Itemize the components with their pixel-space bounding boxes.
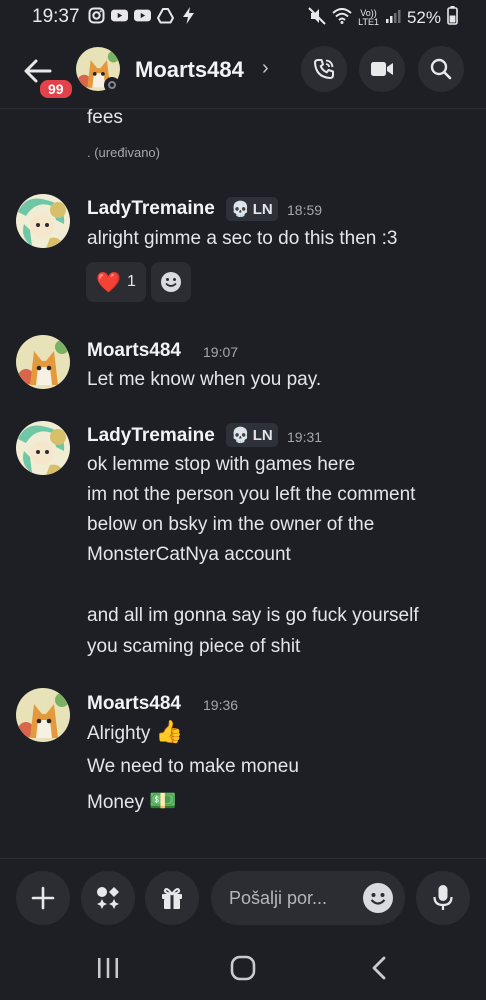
apps-icon [97,887,119,909]
user-tag-label: LN [252,426,273,444]
message-input[interactable]: Pošalji por... [211,871,405,925]
battery-icon [447,6,458,30]
message-author[interactable]: Moarts484 [87,340,181,362]
voice-call-button[interactable] [301,46,347,92]
emoji-button[interactable] [363,883,393,913]
message-author[interactable]: Moarts484 [87,693,181,715]
user-tag[interactable]: 💀 LN [226,423,278,447]
dm-header: Moarts484 › [0,34,486,109]
drive-icon [157,7,174,24]
add-reaction-button[interactable] [151,262,191,302]
heart-emoji-icon: ❤️ [96,271,121,294]
youtube-icon [111,7,128,24]
message-timestamp: 19:07 [203,344,239,360]
message-text[interactable]: alright gimme a sec to do this then :3 [87,224,398,254]
message-text-label: Money [87,792,145,813]
message-text[interactable]: below on bsky im the owner of the [87,510,374,540]
youtube-icon [134,7,151,24]
system-nav-bar [0,936,486,1000]
avatar[interactable] [16,421,70,475]
message-text[interactable]: Alrighty 👍 [87,717,183,749]
signal-icon [385,8,401,29]
message-timestamp: 19:31 [287,429,323,445]
message-author[interactable]: LadyTremaine [87,425,215,447]
user-tag[interactable]: 💀 LN [226,197,278,221]
phone-icon [314,59,334,79]
message-timestamp: 19:36 [203,697,239,713]
user-tag-label: LN [252,200,273,218]
chevron-right-icon[interactable]: › [262,57,269,80]
message-text[interactable]: ok lemme stop with games here [87,450,355,480]
battery-percent: 52% [406,8,441,27]
apps-button[interactable] [81,871,135,925]
video-call-button[interactable] [359,46,405,92]
dm-username[interactable]: Moarts484 [135,57,244,83]
notification-icons [88,7,197,24]
message-text[interactable]: im not the person you left the comment [87,480,415,510]
search-button[interactable] [418,46,464,92]
message-input-placeholder: Pošalji por... [229,888,328,908]
avatar[interactable] [16,335,70,389]
message-text[interactable]: We need to make moneu [87,752,299,782]
video-camera-icon [371,62,393,76]
home-icon[interactable] [230,955,256,981]
message-text[interactable]: you scaming piece of shit [87,632,300,662]
message-text-label: Alrighty [87,723,151,744]
search-icon [430,58,452,80]
avatar[interactable] [16,194,70,248]
bolt-icon [180,7,197,24]
message-text[interactable]: Let me know when you pay. [87,365,321,395]
composer-bar: Pošalji por... [0,858,486,937]
message-text[interactable]: and all im gonna say is go fuck yourself [87,601,419,631]
reaction-heart[interactable]: ❤️ 1 [86,262,146,302]
recent-apps-icon[interactable] [96,956,120,980]
message-text[interactable]: fees [87,103,123,133]
gift-icon [162,888,182,909]
message-text[interactable]: Money 💵 [87,786,177,818]
message-author[interactable]: LadyTremaine [87,198,215,220]
message-timestamp: 18:59 [287,202,323,218]
offline-status-icon [104,77,120,93]
skull-emoji-icon: 💀 [231,427,250,444]
back-nav-icon[interactable] [370,956,388,980]
skull-emoji-icon: 💀 [231,201,250,218]
plus-icon [31,886,55,910]
attach-button[interactable] [16,871,70,925]
message-text[interactable]: MonsterCatNya account [87,540,291,570]
dollar-bill-emoji-icon: 💵 [149,788,177,813]
instagram-icon [88,7,105,24]
avatar[interactable] [16,688,70,742]
edited-label: . (uređivano) [87,145,160,160]
reaction-count: 1 [127,273,136,290]
status-right: Vo)) LTE1 52% [308,6,458,30]
unread-badge: 99 [37,77,75,101]
status-time: 19:37 [32,6,80,27]
microphone-icon [433,885,453,910]
thumbs-up-emoji-icon: 👍 [155,719,184,744]
gift-button[interactable] [145,871,199,925]
wifi-icon [332,7,352,29]
emoji-smile-icon [161,272,181,292]
emoji-smile-icon [364,884,392,912]
lte-label: LTE1 [358,17,379,27]
mute-icon [308,6,326,30]
status-bar: 19:37 Vo)) LTE1 52% [0,0,486,34]
network-type: Vo)) LTE1 [358,9,379,27]
voice-message-button[interactable] [416,871,470,925]
